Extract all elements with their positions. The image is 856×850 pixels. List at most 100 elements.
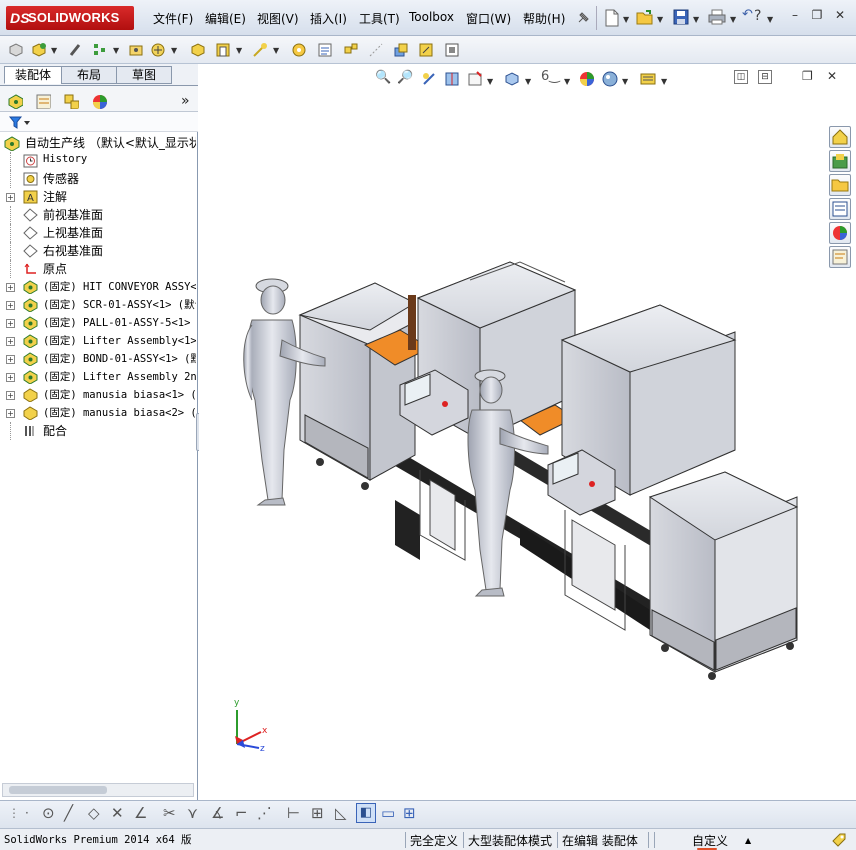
tree-item[interactable]: + (固定) BOND-01-ASSY<1> (默	[0, 350, 196, 368]
smart-fasteners-icon[interactable]	[128, 42, 144, 58]
menu-file[interactable]: 文件(F)	[153, 10, 193, 27]
print-dropdown-icon[interactable]: ▼	[730, 15, 736, 24]
angle-icon[interactable]: ∠	[134, 804, 147, 822]
section-view-icon[interactable]	[444, 71, 460, 87]
construction-icon[interactable]: ⋰	[257, 804, 272, 822]
close-icon[interactable]: ✕	[832, 8, 848, 22]
clearance-verification-icon[interactable]	[418, 42, 434, 58]
hole-alignment-icon[interactable]	[444, 42, 460, 58]
edit-appearance-icon[interactable]	[579, 71, 595, 87]
extend-icon[interactable]: ⋎	[187, 804, 198, 822]
tree-item[interactable]: 前视基准面	[0, 206, 196, 224]
viewport-restore-icon[interactable]: ❐	[802, 69, 813, 83]
new-document-icon[interactable]	[604, 9, 620, 27]
move-component-icon[interactable]	[150, 42, 166, 58]
appearances-tab[interactable]	[829, 222, 851, 244]
tree-item[interactable]: History	[0, 152, 196, 170]
property-manager-icon[interactable]	[35, 93, 51, 109]
menu-tools[interactable]: 工具(T)	[359, 10, 400, 27]
tree-item[interactable]: + (固定) manusia biasa<1> (默	[0, 386, 196, 404]
shaded-view-icon[interactable]: ◧	[356, 803, 376, 823]
feature-manager-icon[interactable]	[7, 93, 23, 109]
bill-of-materials-icon[interactable]	[317, 42, 333, 58]
open-dropdown-icon[interactable]: ▼	[657, 15, 663, 24]
design-library-tab[interactable]	[829, 150, 851, 172]
menu-help[interactable]: 帮助(H)	[523, 10, 565, 27]
view-settings-icon[interactable]	[640, 71, 656, 87]
tree-item[interactable]: 上视基准面	[0, 224, 196, 242]
offset-icon[interactable]: ∡	[211, 804, 224, 822]
menu-view[interactable]: 视图(V)	[257, 10, 299, 27]
expand-toggle-icon[interactable]: +	[6, 337, 15, 346]
split-view-icon[interactable]: ⊟	[758, 70, 772, 84]
menu-window[interactable]: 窗口(W)	[466, 10, 511, 27]
expand-toggle-icon[interactable]: +	[6, 301, 15, 310]
line-icon[interactable]: ╱	[64, 804, 73, 822]
expand-toggle-icon[interactable]: +	[6, 373, 15, 382]
scrollbar-thumb[interactable]	[9, 786, 107, 794]
scene-dropdown-icon[interactable]: ▼	[622, 77, 628, 86]
new-dropdown-icon[interactable]: ▼	[623, 15, 629, 24]
restore-icon[interactable]: ❐	[809, 8, 825, 22]
intersection-icon[interactable]: ✕	[111, 804, 124, 822]
undo-icon[interactable]: ↶	[742, 7, 753, 22]
apply-scene-icon[interactable]	[602, 71, 618, 87]
dimension-icon[interactable]: ⊢	[287, 804, 300, 822]
tree-item[interactable]: 原点	[0, 260, 196, 278]
expand-toggle-icon[interactable]: +	[6, 193, 15, 202]
show-hidden-icon[interactable]	[190, 42, 206, 58]
reference-dropdown-icon[interactable]: ▼	[273, 46, 279, 55]
tab-sketch[interactable]: 草图	[116, 66, 172, 84]
orientation-dropdown-icon[interactable]: ▼	[525, 77, 531, 86]
save-dropdown-icon[interactable]: ▼	[693, 15, 699, 24]
expand-toggle-icon[interactable]: +	[6, 355, 15, 364]
linear-pattern-icon[interactable]	[92, 42, 108, 58]
units-dropdown-icon[interactable]: ▲	[745, 836, 751, 845]
viewport-close-icon[interactable]: ✕	[827, 69, 837, 83]
new-motion-study-icon[interactable]	[291, 42, 307, 58]
help-question-icon[interactable]: ?	[754, 8, 761, 24]
view-settings-dropdown-icon[interactable]: ▼	[661, 77, 667, 86]
explode-line-sketch-icon[interactable]	[368, 42, 384, 58]
tree-item[interactable]: + (固定) Lifter Assembly 2nd	[0, 368, 196, 386]
tree-item[interactable]: + (固定) HIT CONVEYOR ASSY<1>	[0, 278, 196, 296]
custom-properties-tab[interactable]	[829, 246, 851, 268]
tree-item[interactable]: + (固定) Lifter Assembly<1>	[0, 332, 196, 350]
open-folder-icon[interactable]	[636, 9, 654, 25]
zoom-to-fit-icon[interactable]: 🔍	[375, 70, 391, 85]
corner-icon[interactable]: ⌐	[235, 804, 248, 822]
polygon-icon[interactable]: ◇	[88, 804, 100, 822]
view-orientation-icon[interactable]	[504, 71, 520, 87]
help-dropdown-icon[interactable]: ▼	[767, 15, 773, 24]
four-view-icon[interactable]: ⊞	[403, 804, 416, 822]
move-dropdown-icon[interactable]: ▼	[171, 46, 177, 55]
tree-item[interactable]: + (固定) manusia biasa<2> (默	[0, 404, 196, 422]
tree-item[interactable]: 配合	[0, 422, 196, 440]
interference-detection-icon[interactable]	[393, 42, 409, 58]
rebuild-component-icon[interactable]	[8, 42, 24, 58]
annotation-dropdown-icon[interactable]: ▼	[487, 77, 493, 86]
graphics-viewport[interactable]: 🔍 🔎 ▼ ▼ 6‿ ▼ ▼ ▼ ◫ ⊟ ❐ ✕ y x z	[199, 64, 856, 800]
status-custom-units[interactable]: 自定义	[692, 832, 728, 849]
configuration-manager-icon[interactable]	[63, 93, 79, 109]
point-icon[interactable]: ·	[25, 806, 29, 820]
assembly-features-icon[interactable]	[215, 42, 231, 58]
hide-show-dropdown-icon[interactable]: ▼	[564, 77, 570, 86]
exploded-view-icon[interactable]	[343, 42, 359, 58]
tab-assembly[interactable]: 装配体	[4, 66, 62, 84]
expand-toggle-icon[interactable]: +	[6, 319, 15, 328]
solidworks-logo[interactable]: DS SOLIDWORKS	[6, 6, 134, 30]
insert-component-icon[interactable]	[31, 42, 47, 58]
mate-icon[interactable]	[67, 42, 83, 58]
tab-layout[interactable]: 布局	[61, 66, 117, 84]
menu-edit[interactable]: 编辑(E)	[205, 10, 246, 27]
tree-horizontal-scrollbar[interactable]	[2, 783, 194, 797]
tree-root-assembly[interactable]: 自动生产线 （默认<默认_显示状	[0, 134, 196, 152]
view-palette-tab[interactable]	[829, 198, 851, 220]
tree-item[interactable]: + A 注解	[0, 188, 196, 206]
status-large-assembly[interactable]: 大型装配体模式	[468, 832, 552, 849]
menu-insert[interactable]: 插入(I)	[310, 10, 347, 27]
circle-icon[interactable]: ⊙	[42, 804, 55, 822]
file-explorer-tab[interactable]	[829, 174, 851, 196]
grid-icon[interactable]: ⊞	[311, 804, 324, 822]
